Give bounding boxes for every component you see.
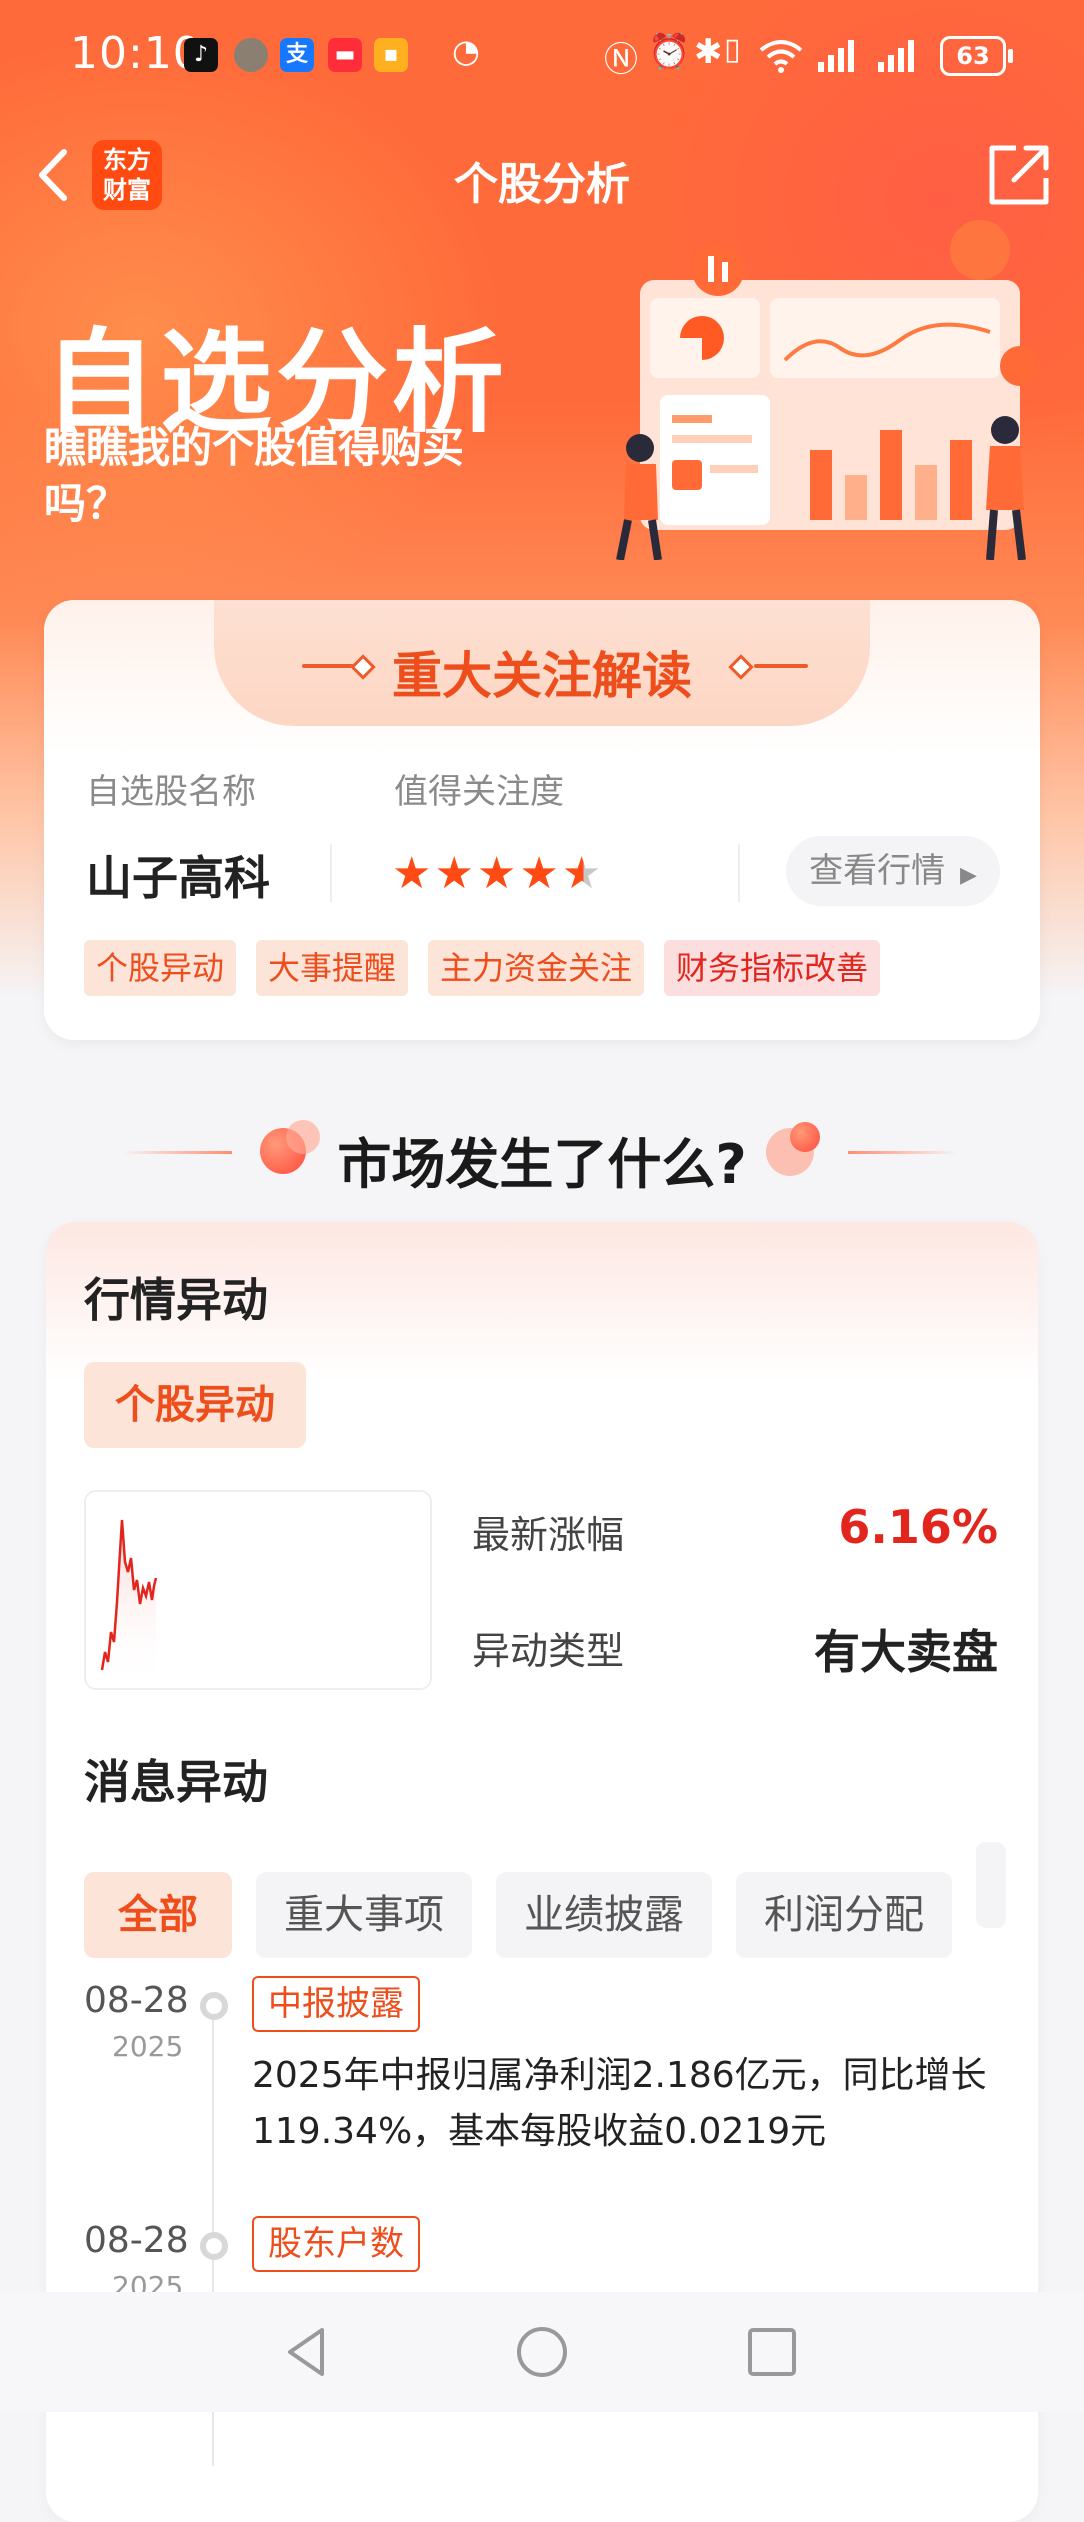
stock-name: 山子高科 bbox=[86, 851, 270, 905]
star-icon: ★ bbox=[519, 848, 559, 899]
nav-back-button[interactable] bbox=[276, 2320, 340, 2384]
focus-tag[interactable]: 大事提醒 bbox=[256, 940, 409, 996]
divider bbox=[738, 844, 740, 902]
nfc-icon: Ⓝ bbox=[604, 40, 638, 80]
star-icon: ★ bbox=[434, 848, 474, 899]
divider bbox=[330, 844, 332, 902]
status-time: 10:10 bbox=[70, 28, 202, 79]
focus-tags: 个股异动 大事提醒 主力资金关注 财务指标改善 bbox=[84, 940, 900, 996]
anomaly-type-value: 有大卖盘 bbox=[814, 1625, 998, 1679]
nav-recents-button[interactable] bbox=[740, 2320, 804, 2384]
anomaly-type-label: 异动类型 bbox=[472, 1629, 625, 1673]
attention-label: 值得关注度 bbox=[394, 772, 564, 812]
timeline-date: 08-28 bbox=[84, 1980, 189, 2021]
filter-tab-more[interactable] bbox=[976, 1842, 1006, 1928]
timeline-date: 08-28 bbox=[84, 2220, 189, 2261]
tiktok-icon: ♪ bbox=[184, 38, 218, 72]
focus-card: 重大关注解读 自选股名称 值得关注度 山子高科 ★★★★★ 查看行情 ▶ 个股异… bbox=[44, 600, 1040, 1040]
timeline-tag[interactable]: 中报披露 bbox=[252, 1976, 420, 2032]
avatar-icon bbox=[234, 38, 268, 72]
view-quote-label: 查看行情 bbox=[809, 851, 946, 891]
half-star-icon: ★ bbox=[561, 848, 602, 899]
timeline-text[interactable]: 2025年中报归属净利润2.186亿元，同比增长119.34%，基本每股收益0.… bbox=[252, 2048, 992, 2160]
alipay-icon: 支 bbox=[280, 38, 314, 72]
timeline-dot bbox=[200, 1992, 228, 2020]
alarm-icon: ⏰ bbox=[648, 32, 691, 72]
latest-change-value: 6.16% bbox=[838, 1500, 998, 1554]
hero-subtitle: 瞧瞧我的个股值得购买吗？ bbox=[44, 423, 465, 528]
yellow-app-icon: ▪ bbox=[374, 38, 408, 72]
filter-tab-dividend[interactable]: 利润分配 bbox=[736, 1872, 952, 1958]
market-heading: 市场发生了什么? bbox=[337, 1133, 747, 1196]
stock-name-label: 自选股名称 bbox=[86, 772, 256, 812]
news-anomaly-title: 消息异动 bbox=[84, 1755, 268, 1809]
focus-tag[interactable]: 主力资金关注 bbox=[428, 940, 645, 996]
filter-tab-earnings[interactable]: 业绩披露 bbox=[496, 1872, 712, 1958]
bluetooth-icon: ✱ bbox=[694, 32, 723, 72]
share-button[interactable] bbox=[986, 142, 1052, 208]
speed-icon: ◔ bbox=[452, 32, 480, 70]
market-anomaly-title: 行情异动 bbox=[84, 1273, 268, 1327]
banner-deco-right bbox=[754, 664, 808, 668]
signal-icon bbox=[818, 40, 854, 72]
vibrate-icon: ▯ bbox=[724, 32, 741, 67]
battery-indicator: 63 bbox=[940, 36, 1013, 76]
caret-right-icon: ▶ bbox=[959, 863, 977, 888]
news-filter-tabs: 全部 重大事项 业绩披露 利润分配 bbox=[84, 1842, 1006, 1958]
signal-icon bbox=[878, 40, 914, 72]
star-icon: ★ bbox=[476, 848, 517, 899]
bubble-icon bbox=[790, 1122, 820, 1152]
page-title: 个股分析 bbox=[454, 159, 630, 210]
timeline-tag[interactable]: 股东户数 bbox=[252, 2216, 420, 2272]
latest-change-label: 最新涨幅 bbox=[472, 1513, 625, 1557]
focus-tag[interactable]: 个股异动 bbox=[84, 940, 237, 996]
wifi-icon bbox=[759, 40, 803, 73]
red-app-icon: ▬ bbox=[328, 38, 362, 72]
status-bar: 10:10 ♪ 支 ▬ ▪ ◔ Ⓝ ⏰ ✱ ▯ 63 bbox=[0, 0, 1084, 110]
attention-rating: ★★★★★ bbox=[392, 848, 604, 899]
analysis-illustration bbox=[616, 220, 1040, 560]
nav-home-button[interactable] bbox=[510, 2320, 574, 2384]
anomaly-type-pill[interactable]: 个股异动 bbox=[84, 1362, 306, 1448]
focus-tag[interactable]: 财务指标改善 bbox=[664, 940, 881, 996]
heading-line-right bbox=[848, 1151, 958, 1154]
star-icon: ★ bbox=[392, 848, 432, 899]
view-quote-button[interactable]: 查看行情 ▶ bbox=[786, 836, 1000, 906]
intraday-mini-chart bbox=[84, 1490, 432, 1690]
timeline-year: 2025 bbox=[112, 2030, 184, 2063]
timeline-dot bbox=[200, 2232, 228, 2260]
filter-tab-major[interactable]: 重大事项 bbox=[256, 1872, 472, 1958]
focus-banner-title: 重大关注解读 bbox=[392, 647, 692, 705]
system-navigation-bar bbox=[0, 2292, 1084, 2412]
filter-tab-all[interactable]: 全部 bbox=[84, 1872, 232, 1958]
